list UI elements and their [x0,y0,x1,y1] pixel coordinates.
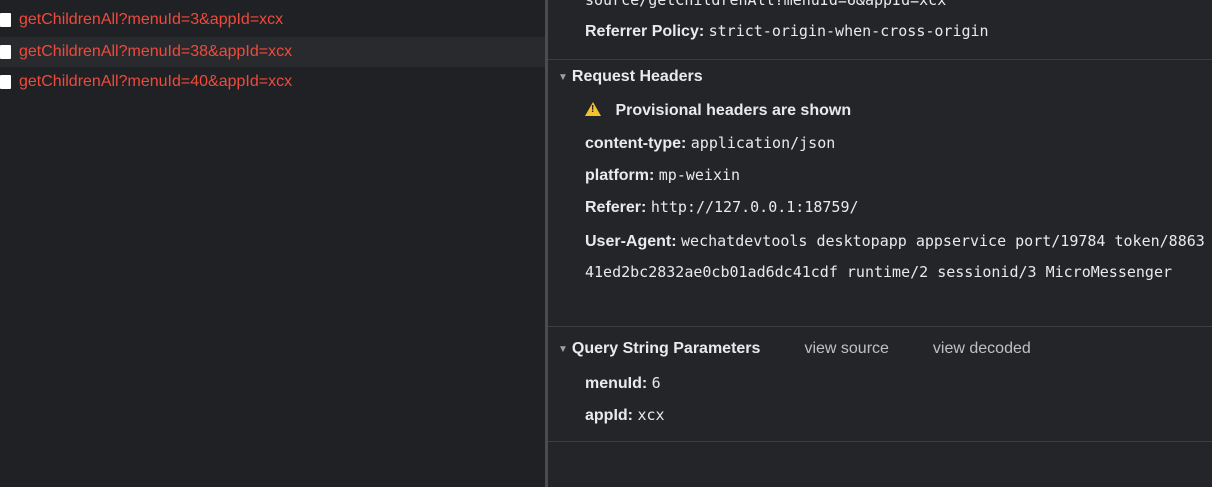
provisional-warning: Provisional headers are shown [585,102,851,120]
request-url-value: source/getChildrenAll?menuId=6&appId=xcx [585,0,947,9]
content-type-value: application/json [690,134,836,152]
user-agent-value: wechatdevtools desktopapp appservice por… [585,232,1205,281]
content-type-row: content-type: application/json [585,134,835,153]
platform-key: platform: [585,167,655,184]
query-params-title: Query String Parameters [571,340,761,357]
section-divider [548,59,1212,60]
headers-pane: source/getChildrenAll?menuId=6&appId=xcx… [548,0,1212,487]
platform-value: mp-weixin [658,166,741,184]
app-id-value: xcx [637,406,665,424]
warning-text: Provisional headers are shown [615,102,852,119]
row-checkbox[interactable] [0,75,11,89]
devtools-network-panel: getChildrenAll?menuId=3&appId=xcx getChi… [0,0,1212,487]
warning-icon [585,102,601,116]
request-row[interactable]: getChildrenAll?menuId=40&appId=xcx [0,67,545,97]
row-checkbox[interactable] [0,45,11,59]
request-name[interactable]: getChildrenAll?menuId=38&appId=xcx [19,43,292,61]
request-row[interactable]: getChildrenAll?menuId=3&appId=xcx [0,5,545,35]
view-decoded-button[interactable]: view decoded [933,340,1031,358]
app-id-row: appId: xcx [585,406,665,425]
referer-row: Referer: http://127.0.0.1:18759/ [585,198,859,217]
referrer-policy-value: strict-origin-when-cross-origin [708,22,989,40]
request-row[interactable]: getChildrenAll?menuId=38&appId=xcx [0,37,545,67]
request-name[interactable]: getChildrenAll?menuId=3&appId=xcx [19,11,283,29]
collapse-triangle-icon[interactable]: ▼ [558,72,568,83]
request-list: getChildrenAll?menuId=3&appId=xcx getChi… [0,0,545,487]
user-agent-row: User-Agent: wechatdevtools desktopapp ap… [585,226,1205,288]
section-divider [548,441,1212,442]
referrer-policy-row: Referrer Policy: strict-origin-when-cros… [585,22,989,41]
content-type-key: content-type: [585,135,687,152]
menu-id-value: 6 [651,374,661,392]
view-source-button[interactable]: view source [804,340,888,358]
user-agent-key: User-Agent: [585,233,677,250]
app-id-key: appId: [585,407,633,424]
section-divider [548,326,1212,327]
query-params-header[interactable]: ▼ Query String Parameters view source vi… [548,334,1212,364]
menu-id-row: menuId: 6 [585,374,661,393]
referer-value: http://127.0.0.1:18759/ [650,198,859,216]
row-checkbox[interactable] [0,13,11,27]
menu-id-key: menuId: [585,375,648,392]
request-headers-header[interactable]: ▼ Request Headers [548,62,1212,92]
collapse-triangle-icon[interactable]: ▼ [558,344,568,355]
request-name[interactable]: getChildrenAll?menuId=40&appId=xcx [19,73,292,91]
request-headers-title: Request Headers [571,68,703,85]
referrer-policy-key: Referrer Policy: [585,23,705,40]
referer-key: Referer: [585,199,647,216]
platform-row: platform: mp-weixin [585,166,740,185]
